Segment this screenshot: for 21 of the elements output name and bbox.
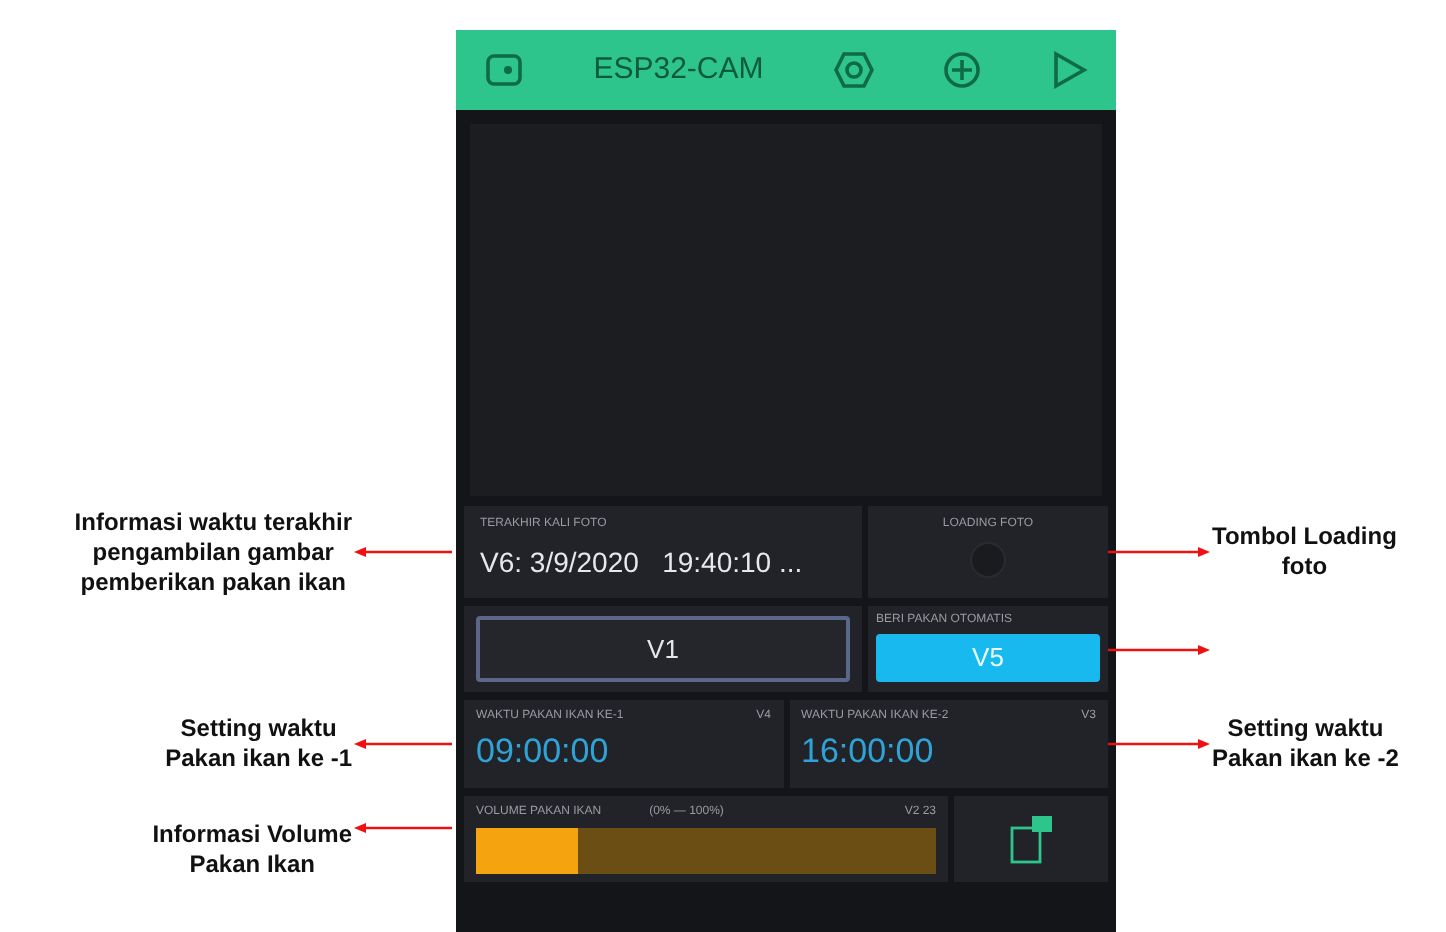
annotation-text: Tombol Loading foto	[1212, 522, 1397, 582]
leader-arrow	[352, 736, 456, 752]
annotation-text: Setting waktu Pakan ikan ke -2	[1212, 714, 1399, 774]
feed-time-value[interactable]: 16:00:00	[801, 726, 934, 777]
tablet-icon[interactable]	[1005, 813, 1057, 865]
last-photo-value: V6: 3/9/2020 19:40:10 ...	[480, 544, 803, 582]
feed-time-value[interactable]: 09:00:00	[476, 726, 609, 777]
annotation-text: Setting waktu Pakan ikan ke -1	[165, 714, 352, 774]
play-icon[interactable]	[1051, 50, 1088, 90]
annotation-text: Informasi waktu terakhir pengambilan gambar pemberikan pakan ikan	[74, 507, 352, 597]
leader-arrow	[352, 544, 456, 560]
settings-icon[interactable]	[833, 50, 873, 90]
leader-arrow	[1108, 641, 1212, 657]
app-title: ESP32-CAM	[593, 49, 764, 90]
leader-arrow	[1108, 544, 1212, 560]
annotation-text: Informasi Volume Pakan Ikan	[152, 820, 352, 880]
device-icon[interactable]	[484, 50, 524, 90]
add-icon[interactable]	[942, 50, 983, 90]
v1-button[interactable]: V1	[476, 616, 850, 682]
leader-arrow	[1108, 736, 1212, 752]
leader-arrow	[352, 820, 456, 836]
